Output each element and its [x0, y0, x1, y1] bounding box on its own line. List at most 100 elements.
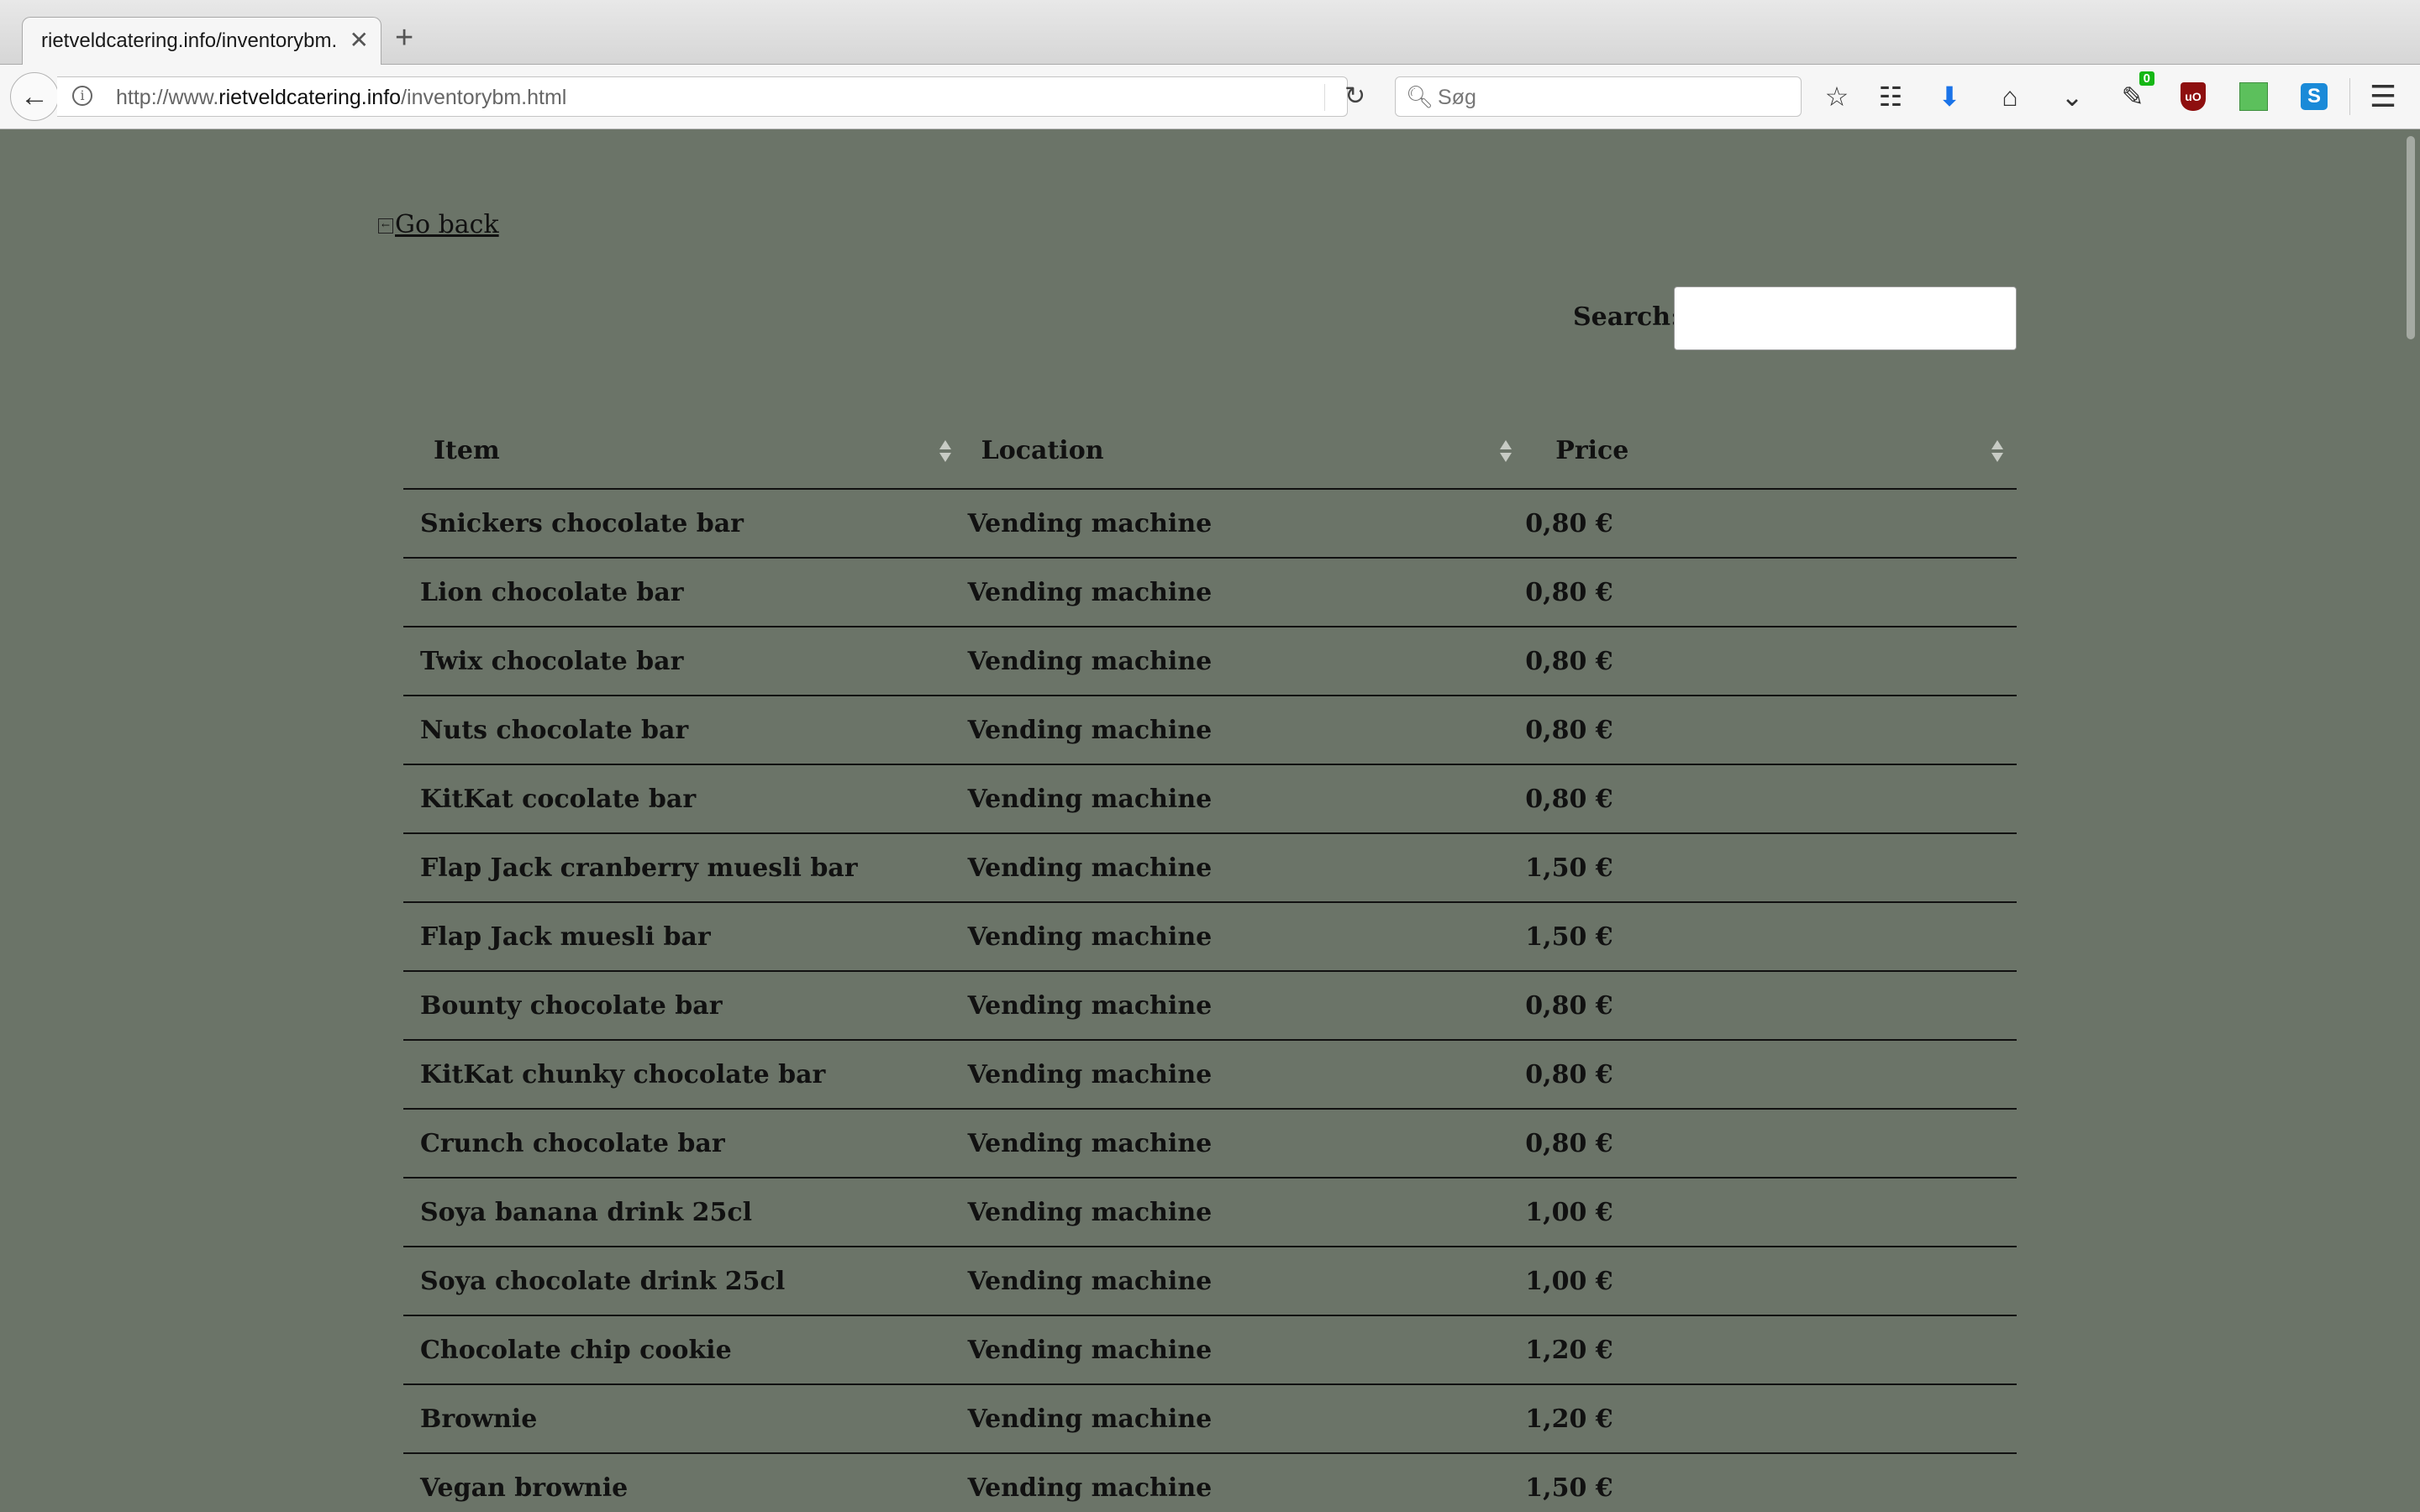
table-row: Twix chocolate bar Vending machine 0,80 €	[403, 627, 2017, 696]
extension-badge: 0	[2139, 71, 2154, 86]
browser-search-bar[interactable]: 🔍︎ Søg	[1395, 76, 1802, 117]
table-row: Nuts chocolate bar Vending machine 0,80 €	[403, 696, 2017, 765]
download-icon[interactable]: ⬇	[1933, 80, 1966, 113]
tab-title[interactable]: rietveldcatering.info/inventorybm.	[41, 29, 344, 53]
location-cell: Vending machine	[964, 1384, 1526, 1454]
price-cell: 1,00 €	[1525, 1247, 2017, 1316]
location-cell: Vending machine	[964, 1178, 1526, 1247]
table-header-row: Item Location Price	[403, 415, 2017, 490]
location-cell: Vending machine	[964, 833, 1526, 903]
inventory-table: Item Location Price Snickers chocolate b…	[403, 415, 2017, 1512]
toolbar-divider	[2349, 78, 2350, 115]
bookmarks-list-icon[interactable]: ☷	[1874, 80, 1907, 113]
bookmark-star-icon[interactable]: ☆	[1820, 80, 1854, 113]
table-row: Bounty chocolate bar Vending machine 0,80 …	[403, 971, 2017, 1041]
new-tab-button[interactable]: +	[395, 22, 413, 54]
site-info-icon[interactable]: i	[72, 86, 92, 106]
item-cell: Snickers chocolate bar	[403, 489, 965, 559]
table-row: KitKat cocolate bar Vending machine 0,80 €	[403, 764, 2017, 834]
home-icon[interactable]: ⌂	[1993, 80, 2027, 113]
price-cell: 1,20 €	[1525, 1384, 2017, 1454]
table-row: Vegan brownie Vending machine 1,50 €	[403, 1453, 2017, 1512]
location-cell: Vending machine	[964, 489, 1526, 559]
price-cell: 0,80 €	[1525, 764, 2017, 834]
search-icon: 🔍︎	[1406, 84, 1434, 109]
price-cell: 1,50 €	[1525, 833, 2017, 903]
item-cell: KitKat cocolate bar	[403, 764, 965, 834]
url-host: rietveldcatering.info	[218, 86, 402, 109]
hamburger-menu-icon[interactable]: ☰	[2366, 79, 2400, 113]
back-button[interactable]: ←	[10, 72, 59, 121]
price-cell: 1,20 €	[1525, 1315, 2017, 1385]
price-cell: 1,50 €	[1525, 902, 2017, 972]
page-content: ← Go back Search: Item Location Price Sni…	[0, 129, 2402, 1512]
column-header-price[interactable]: Price	[1525, 415, 2017, 490]
location-cell: Vending machine	[964, 627, 1526, 696]
navigation-toolbar: ← i http://www.rietveldcatering.info/inv…	[0, 65, 2420, 129]
location-cell: Vending machine	[964, 1315, 1526, 1385]
tab-close-icon[interactable]: ✕	[350, 26, 369, 54]
price-cell: 0,80 €	[1525, 1040, 2017, 1110]
column-header-item[interactable]: Item	[403, 415, 965, 490]
item-cell: Lion chocolate bar	[403, 558, 965, 627]
sort-icon	[1500, 440, 1512, 465]
table-row: Flap Jack muesli bar Vending machine 1,50 …	[403, 902, 2017, 972]
browser-tab[interactable]: rietveldcatering.info/inventorybm. ✕	[22, 17, 381, 65]
url-bar[interactable]: i http://www.rietveldcatering.info/inven…	[57, 76, 1348, 117]
pocket-icon[interactable]: ⌄	[2055, 80, 2089, 113]
table-row: Soya banana drink 25cl Vending machine 1,0…	[403, 1178, 2017, 1247]
url-path: /inventorybm.html	[401, 86, 567, 109]
item-cell: Crunch chocolate bar	[403, 1109, 965, 1179]
item-cell: Brownie	[403, 1384, 965, 1454]
item-cell: Vegan brownie	[403, 1453, 965, 1512]
reload-icon[interactable]: ↻	[1344, 80, 1365, 113]
item-cell: Twix chocolate bar	[403, 627, 965, 696]
skype-icon[interactable]: S	[2297, 80, 2331, 113]
search-input[interactable]	[1674, 286, 2017, 350]
column-header-location[interactable]: Location	[964, 415, 1526, 490]
table-row: Crunch chocolate bar Vending machine 0,80 …	[403, 1109, 2017, 1179]
price-cell: 1,00 €	[1525, 1178, 2017, 1247]
location-cell: Vending machine	[964, 1109, 1526, 1179]
location-cell: Vending machine	[964, 902, 1526, 972]
green-square	[2239, 82, 2268, 111]
price-cell: 0,80 €	[1525, 558, 2017, 627]
item-cell: Flap Jack muesli bar	[403, 902, 965, 972]
price-cell: 0,80 €	[1525, 971, 2017, 1041]
location-cell: Vending machine	[964, 1247, 1526, 1316]
green-extension-icon[interactable]	[2237, 80, 2270, 113]
item-cell: Chocolate chip cookie	[403, 1315, 965, 1385]
location-cell: Vending machine	[964, 1040, 1526, 1110]
item-cell: Soya banana drink 25cl	[403, 1178, 965, 1247]
price-cell: 1,50 €	[1525, 1453, 2017, 1512]
table-row: KitKat chunky chocolate bar Vending machi…	[403, 1040, 2017, 1110]
location-cell: Vending machine	[964, 764, 1526, 834]
back-arrow-icon: ←	[20, 80, 49, 113]
table-row: Soya chocolate drink 25cl Vending machine…	[403, 1247, 2017, 1316]
table-row: Flap Jack cranberry muesli bar Vending ma…	[403, 833, 2017, 903]
go-back-label: Go back	[395, 210, 499, 239]
price-cell: 0,80 €	[1525, 1109, 2017, 1179]
header-label: Item	[434, 436, 500, 465]
header-label: Price	[1555, 436, 1629, 465]
price-cell: 0,80 €	[1525, 627, 2017, 696]
back-arrow-icon: ←	[378, 218, 393, 234]
item-cell: Bounty chocolate bar	[403, 971, 965, 1041]
go-back-link[interactable]: ← Go back	[378, 210, 499, 239]
vertical-scrollbar[interactable]	[2402, 129, 2420, 1512]
tab-bar: rietveldcatering.info/inventorybm. ✕ +	[0, 0, 2420, 65]
item-cell: Soya chocolate drink 25cl	[403, 1247, 965, 1316]
location-cell: Vending machine	[964, 1453, 1526, 1512]
ublock-icon[interactable]: uO	[2176, 80, 2210, 113]
location-cell: Vending machine	[964, 558, 1526, 627]
url-bar-divider	[1324, 84, 1325, 111]
table-body: Snickers chocolate bar Vending machine 0,8…	[403, 489, 2017, 1512]
sort-icon	[1991, 440, 2003, 465]
extension-icon[interactable]: ✎ 0	[2116, 71, 2154, 113]
item-cell: Flap Jack cranberry muesli bar	[403, 833, 965, 903]
table-row: Lion chocolate bar Vending machine 0,80 €	[403, 558, 2017, 627]
scrollbar-thumb[interactable]	[2407, 136, 2415, 339]
item-cell: KitKat chunky chocolate bar	[403, 1040, 965, 1110]
ublock-shield: uO	[2181, 82, 2206, 111]
url-text[interactable]: http://www.rietveldcatering.info/invento…	[116, 86, 566, 110]
